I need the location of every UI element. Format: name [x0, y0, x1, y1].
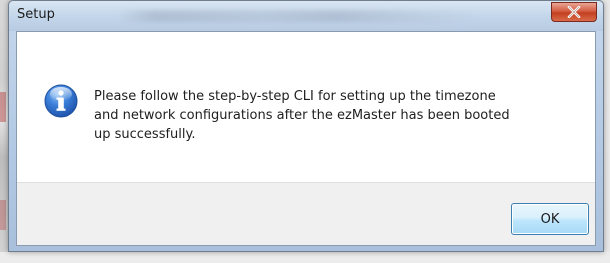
- dialog-body: Please follow the step-by-step CLI for s…: [16, 31, 596, 246]
- info-icon: [44, 84, 78, 118]
- button-bar: OK: [17, 182, 595, 245]
- ok-button[interactable]: OK: [511, 203, 589, 235]
- screen: Setup Please follow the step-by-step CLI…: [0, 0, 610, 263]
- background-accent: [0, 200, 6, 230]
- close-button[interactable]: [551, 2, 597, 22]
- background-window-edge: [0, 252, 610, 263]
- message-area: Please follow the step-by-step CLI for s…: [17, 32, 595, 182]
- setup-dialog: Setup Please follow the step-by-step CLI…: [8, 0, 604, 252]
- window-title: Setup: [17, 7, 55, 22]
- background-accent: [0, 92, 6, 122]
- title-bar[interactable]: Setup: [9, 1, 603, 31]
- dialog-message: Please follow the step-by-step CLI for s…: [94, 89, 510, 142]
- close-icon: [567, 6, 581, 18]
- blurred-background-text: [119, 10, 479, 22]
- background-window-edge: [604, 0, 610, 263]
